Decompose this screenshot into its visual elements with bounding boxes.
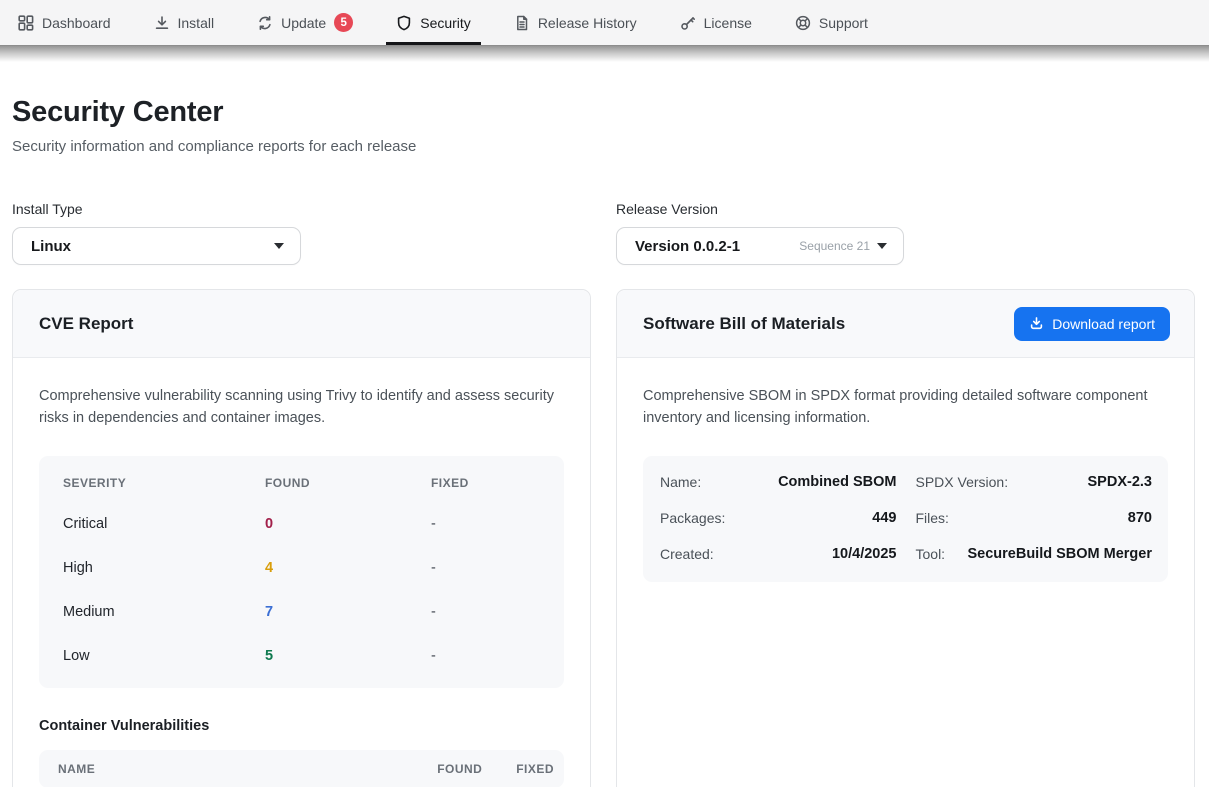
cve-description: Comprehensive vulnerability scanning usi… (39, 386, 564, 430)
detail-value: 449 (872, 510, 896, 526)
sbom-card: Software Bill of Materials Download repo… (616, 289, 1195, 787)
install-type-filter: Install Type Linux (12, 201, 591, 265)
top-nav: Dashboard Install Update 5 Security (0, 0, 1209, 45)
detail-value: Combined SBOM (778, 474, 896, 490)
refresh-icon (257, 15, 273, 31)
severity-column-header: SEVERITY (63, 476, 265, 490)
sbom-detail-tool: Tool: SecureBuild SBOM Merger (916, 536, 1153, 572)
sbom-detail-name: Name: Combined SBOM (660, 464, 897, 500)
release-sequence-label: Sequence 21 (799, 239, 870, 253)
container-vulnerabilities-title: Container Vulnerabilities (39, 718, 564, 734)
nav-shadow-divider (0, 45, 1209, 62)
dashboard-icon (18, 15, 34, 31)
cve-report-card: CVE Report Comprehensive vulnerability s… (12, 289, 591, 787)
severity-table: SEVERITY FOUND FIXED Critical 0 - High 4… (39, 456, 564, 688)
page-subtitle: Security information and compliance repo… (12, 138, 1195, 155)
cve-card-title: CVE Report (39, 314, 133, 334)
sbom-card-title: Software Bill of Materials (643, 314, 845, 334)
sbom-description: Comprehensive SBOM in SPDX format provid… (643, 386, 1168, 430)
name-column-header: NAME (58, 762, 437, 776)
detail-label: Files: (916, 510, 949, 526)
download-report-button[interactable]: Download report (1014, 307, 1170, 341)
nav-item-install[interactable]: Install (154, 0, 215, 45)
nav-label: Security (420, 15, 471, 31)
sbom-card-header: Software Bill of Materials Download repo… (617, 290, 1194, 358)
chevron-down-icon (877, 243, 887, 249)
fixed-count: - (431, 560, 540, 576)
found-column-header: FOUND (437, 762, 516, 776)
found-count: 5 (265, 648, 431, 664)
cards-row: CVE Report Comprehensive vulnerability s… (12, 289, 1195, 787)
release-version-value: Version 0.0.2-1 (635, 238, 799, 255)
detail-value: 870 (1128, 510, 1152, 526)
fixed-column-header: FIXED (431, 476, 540, 490)
found-column-header: FOUND (265, 476, 431, 490)
detail-value: 10/4/2025 (832, 546, 897, 562)
download-report-label: Download report (1052, 316, 1155, 332)
detail-label: Created: (660, 546, 714, 562)
nav-item-license[interactable]: License (680, 0, 752, 45)
fixed-count: - (431, 516, 540, 532)
detail-value: SecureBuild SBOM Merger (967, 546, 1152, 562)
severity-name: Medium (63, 604, 265, 620)
page-content: Security Center Security information and… (0, 96, 1209, 787)
detail-label: SPDX Version: (916, 474, 1009, 490)
nav-label: Release History (538, 15, 637, 31)
chevron-down-icon (274, 243, 284, 249)
nav-item-support[interactable]: Support (795, 0, 868, 45)
nav-label: License (704, 15, 752, 31)
found-count: 7 (265, 604, 431, 620)
table-row: Low 5 - (63, 634, 540, 678)
shield-icon (396, 15, 412, 31)
release-version-filter: Release Version Version 0.0.2-1 Sequence… (616, 201, 1195, 265)
sbom-card-body: Comprehensive SBOM in SPDX format provid… (617, 358, 1194, 582)
install-type-label: Install Type (12, 201, 591, 217)
nav-item-release-history[interactable]: Release History (514, 0, 637, 45)
table-row: High 4 - (63, 546, 540, 590)
nav-item-update[interactable]: Update 5 (257, 0, 353, 45)
filters-row: Install Type Linux Release Version Versi… (12, 201, 1195, 265)
release-version-select[interactable]: Version 0.0.2-1 Sequence 21 (616, 227, 904, 265)
nav-item-dashboard[interactable]: Dashboard (18, 0, 111, 45)
sbom-detail-created: Created: 10/4/2025 (660, 536, 897, 572)
severity-table-header: SEVERITY FOUND FIXED (63, 464, 540, 502)
document-icon (514, 15, 530, 31)
severity-name: High (63, 560, 265, 576)
fixed-count: - (431, 648, 540, 664)
nav-label: Dashboard (42, 15, 111, 31)
severity-name: Critical (63, 516, 265, 532)
fixed-column-header: FIXED (516, 762, 554, 776)
sbom-detail-files: Files: 870 (916, 500, 1153, 536)
severity-name: Low (63, 648, 265, 664)
table-row: Medium 7 - (63, 590, 540, 634)
nav-label: Update (281, 15, 326, 31)
fixed-count: - (431, 604, 540, 620)
sbom-detail-spdx-version: SPDX Version: SPDX-2.3 (916, 464, 1153, 500)
detail-label: Name: (660, 474, 701, 490)
lifebuoy-icon (795, 15, 811, 31)
sbom-detail-packages: Packages: 449 (660, 500, 897, 536)
nav-item-security[interactable]: Security (396, 0, 471, 45)
download-icon (154, 15, 170, 31)
update-count-badge: 5 (334, 13, 353, 32)
install-type-value: Linux (31, 238, 274, 255)
install-type-select[interactable]: Linux (12, 227, 301, 265)
sbom-details-panel: Name: Combined SBOM SPDX Version: SPDX-2… (643, 456, 1168, 582)
detail-label: Packages: (660, 510, 725, 526)
download-icon (1029, 316, 1044, 331)
container-vulnerabilities-header: NAME FOUND FIXED (39, 750, 564, 787)
table-row: Critical 0 - (63, 502, 540, 546)
key-icon (680, 15, 696, 31)
cve-card-header: CVE Report (13, 290, 590, 358)
detail-value: SPDX-2.3 (1088, 474, 1152, 490)
found-count: 4 (265, 560, 431, 576)
found-count: 0 (265, 516, 431, 532)
release-version-label: Release Version (616, 201, 1195, 217)
nav-label: Install (178, 15, 215, 31)
detail-label: Tool: (916, 546, 946, 562)
page-title: Security Center (12, 96, 1195, 129)
nav-label: Support (819, 15, 868, 31)
cve-card-body: Comprehensive vulnerability scanning usi… (13, 358, 590, 787)
